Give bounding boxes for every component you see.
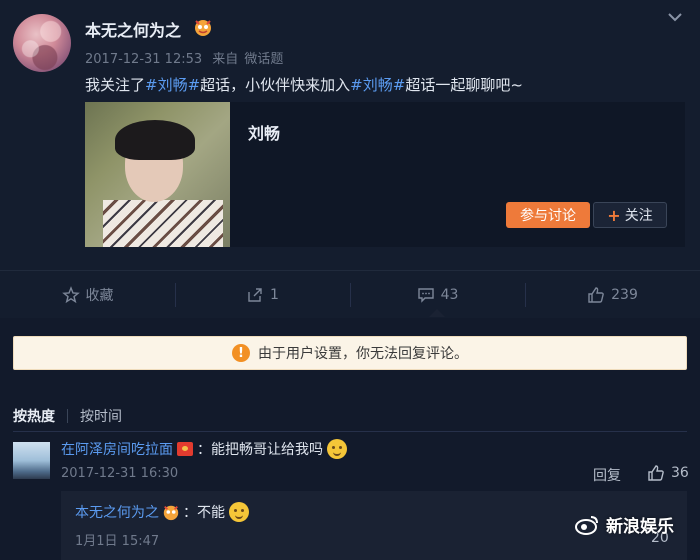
sub-comment-author[interactable]: 本无之何为之 [75,502,159,522]
plus-icon: + [607,205,621,225]
topic-card[interactable]: 刘畅 参与讨论 + 关注 [85,102,685,247]
sub-comment-text: 本无之何为之 ：不能 [75,502,249,522]
thumbs-up-icon [588,286,604,303]
vip-badge-icon [195,20,211,36]
comment-text: 在阿泽房间吃拉面 ：能把畅哥让给我吗 [61,439,347,459]
favorite-label: 收藏 [85,287,114,304]
comment-pointer [429,309,445,317]
sort-by-hot-tab[interactable]: 按热度 [13,406,55,426]
red-envelope-icon [177,442,193,456]
watermark-text: 新浪娱乐 [606,517,674,537]
post-username[interactable]: 本无之何为之 [85,17,181,41]
hashtag-link[interactable]: #刘畅# [145,76,200,94]
post-text-part: 我关注了 [85,76,146,94]
comment-avatar[interactable] [13,442,50,479]
tab-divider [67,409,68,423]
post-timestamp[interactable]: 2017-12-31 12:53 [85,52,202,67]
hashtag-link[interactable]: #刘畅# [350,76,405,94]
repost-count: 1 [270,286,279,303]
follow-button[interactable]: + 关注 [593,202,667,228]
chevron-down-icon[interactable] [666,10,684,24]
favorite-button[interactable]: 收藏 [0,271,175,318]
post-meta: 2017-12-31 12:53 来自 微话题 [85,48,289,67]
star-icon [61,285,80,303]
comment-like-count: 36 [671,465,689,481]
source-prefix: 来自 [212,52,239,67]
vip-badge-icon [163,505,179,521]
cat-emoji-icon [327,439,347,459]
topic-title[interactable]: 刘畅 [248,120,280,144]
section-divider [13,431,687,432]
weibo-post-card: 本无之何为之 2017-12-31 12:53 来自 微话题 我关注了#刘畅#超话… [0,0,700,270]
post-action-bar: 收藏 1 43 239 [0,270,700,318]
sub-comment-content: ：不能 [183,505,225,521]
sort-by-time-tab[interactable]: 按时间 [80,406,122,426]
comment-author[interactable]: 在阿泽房间吃拉面 [61,439,173,459]
repost-icon [248,287,262,302]
discuss-button[interactable]: 参与讨论 [506,202,590,228]
topic-image[interactable] [85,102,230,247]
post-text-part: 超话一起聊聊吧~ [405,76,523,94]
reply-disabled-notice: ! 由于用户设置，你无法回复评论。 [13,336,687,370]
post-body: 我关注了#刘畅#超话，小伙伴快来加入#刘畅#超话一起聊聊吧~ [85,74,523,95]
like-count: 239 [611,286,638,303]
notice-text: 由于用户设置，你无法回复评论。 [258,346,468,362]
sina-watermark: 新浪娱乐 [574,512,674,537]
comment-time: 2017-12-31 16:30 [61,466,179,481]
comment-icon [417,287,434,303]
repost-button[interactable]: 1 [175,271,350,318]
user-avatar[interactable] [13,14,71,72]
like-button[interactable]: 239 [525,271,700,318]
comment-count: 43 [440,286,459,303]
comment-sort-tabs: 按热度 按时间 [13,406,122,426]
reply-button[interactable]: 回复 [593,465,621,485]
weibo-logo-icon [575,515,598,535]
comment-content: ：能把畅哥让给我吗 [197,442,323,458]
thumbs-up-icon [648,465,664,481]
emoji-icon [229,502,249,522]
warning-icon: ! [232,344,250,362]
post-source[interactable]: 微话题 [244,52,283,67]
sub-comment-time: 1月1日 15:47 [75,534,160,549]
post-text-part: 超话，小伙伴快来加入 [200,76,351,94]
follow-label: 关注 [624,208,653,224]
comment-like-button[interactable]: 36 [647,464,689,482]
